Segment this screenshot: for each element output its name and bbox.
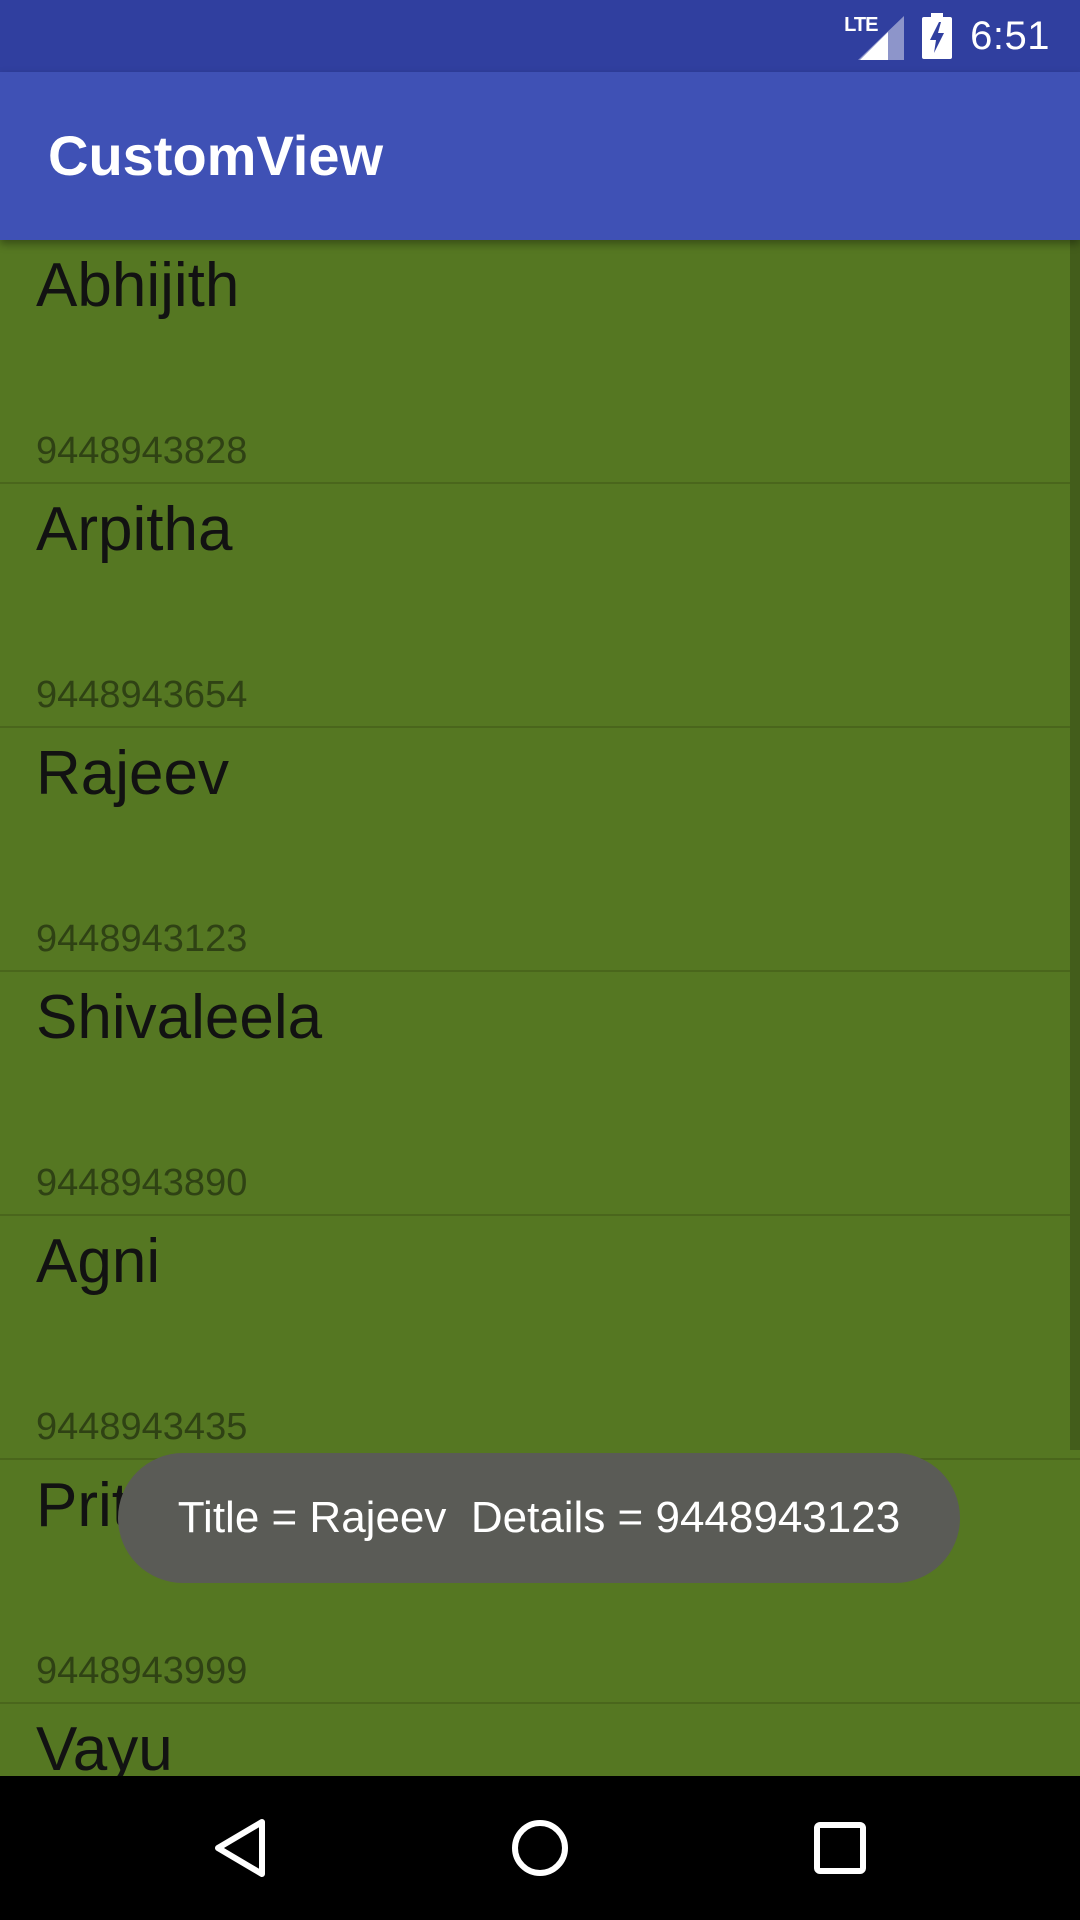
status-indicators: LTE 6:51 [844,0,1050,72]
list-item-title: Shivaleela [36,983,323,1052]
toast-message: Title = Rajeev Details = 9448943123 [118,1453,960,1583]
list-item[interactable]: Vayu [0,1704,1080,1776]
list-item-details: 9448943828 [36,430,248,472]
list-item[interactable]: Shivaleela 9448943890 [0,972,1080,1216]
status-clock: 6:51 [970,13,1050,58]
battery-charging-icon [922,13,953,59]
navigation-bar [0,1776,1080,1920]
status-bar: LTE 6:51 [0,0,1080,72]
list-item-title: Abhijith [36,251,240,320]
list-item[interactable]: Arpitha 9448943654 [0,484,1080,728]
list-item[interactable]: Abhijith 9448943828 [0,240,1080,484]
screen: LTE 6:51 CustomView Abhijith 9448943828 … [0,0,1080,1920]
list-scrollbar[interactable] [1070,240,1080,1450]
recents-square-icon [814,1822,866,1874]
cell-signal-icon [858,16,905,60]
home-button[interactable] [470,1776,610,1920]
list-item-title: Vayu [36,1715,173,1776]
list-item-details: 9448943999 [36,1650,248,1692]
list-item-title: Arpitha [36,495,233,564]
cell-signal-indicator: LTE [844,12,905,60]
list-item-details: 9448943435 [36,1406,248,1448]
list-item-details: 9448943654 [36,674,248,716]
home-circle-icon [512,1820,568,1876]
app-bar: CustomView [0,72,1080,240]
app-title: CustomView [48,124,384,187]
recents-button[interactable] [770,1776,910,1920]
list-item-title: Rajeev [36,739,229,808]
list-item-details: 9448943123 [36,918,248,960]
back-triangle-icon [215,1819,265,1877]
list-item-details: 9448943890 [36,1162,248,1204]
list-item[interactable]: Agni 9448943435 [0,1216,1080,1460]
list-item-title: Agni [36,1227,161,1296]
back-button[interactable] [171,1776,311,1920]
list-item[interactable]: Rajeev 9448943123 [0,728,1080,972]
